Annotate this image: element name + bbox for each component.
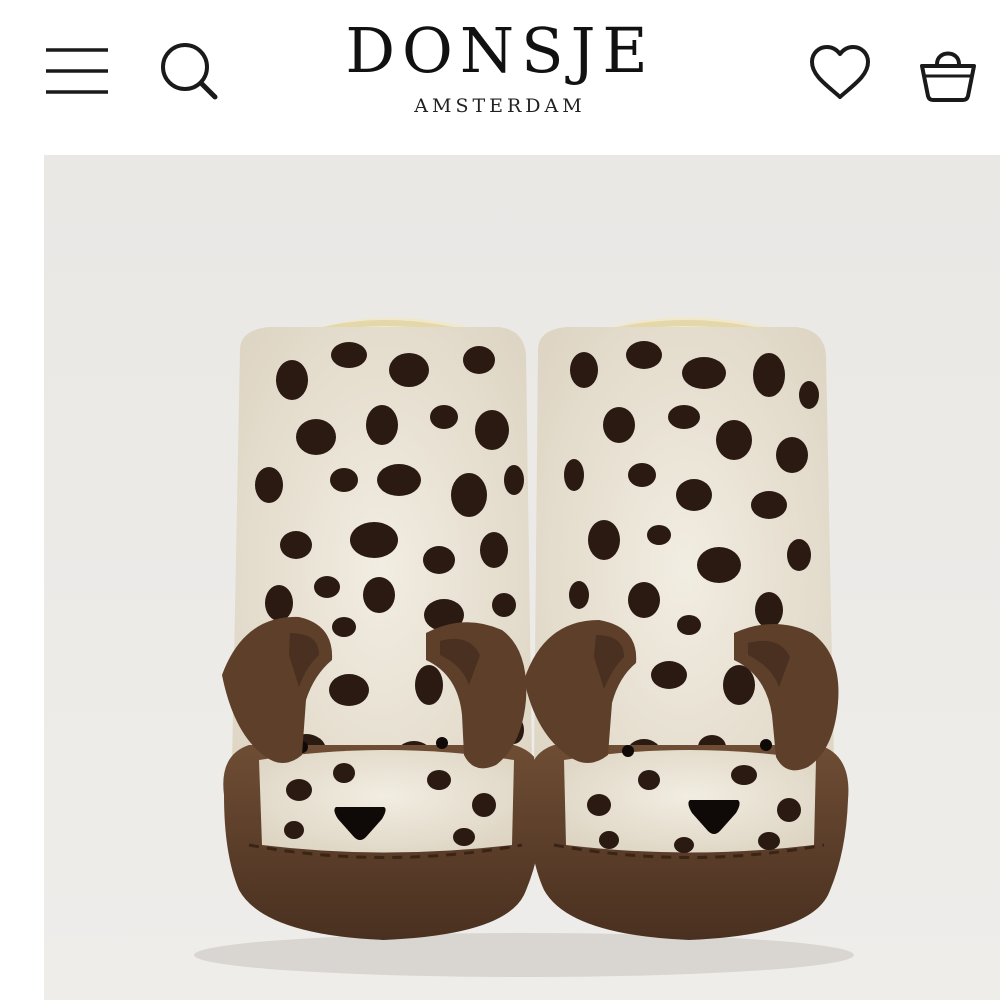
wishlist-button[interactable] (808, 44, 872, 102)
site-header: DONSJE AMSTERDAM (0, 0, 1000, 155)
heart-icon (810, 45, 870, 99)
left-bootie (222, 317, 545, 940)
basket-icon (920, 51, 976, 102)
product-photo-booties (194, 317, 854, 977)
right-bootie (524, 317, 849, 940)
product-image[interactable] (44, 155, 1000, 1000)
product-page: DONSJE AMSTERDAM (0, 0, 1000, 1000)
cart-button[interactable] (918, 40, 978, 104)
